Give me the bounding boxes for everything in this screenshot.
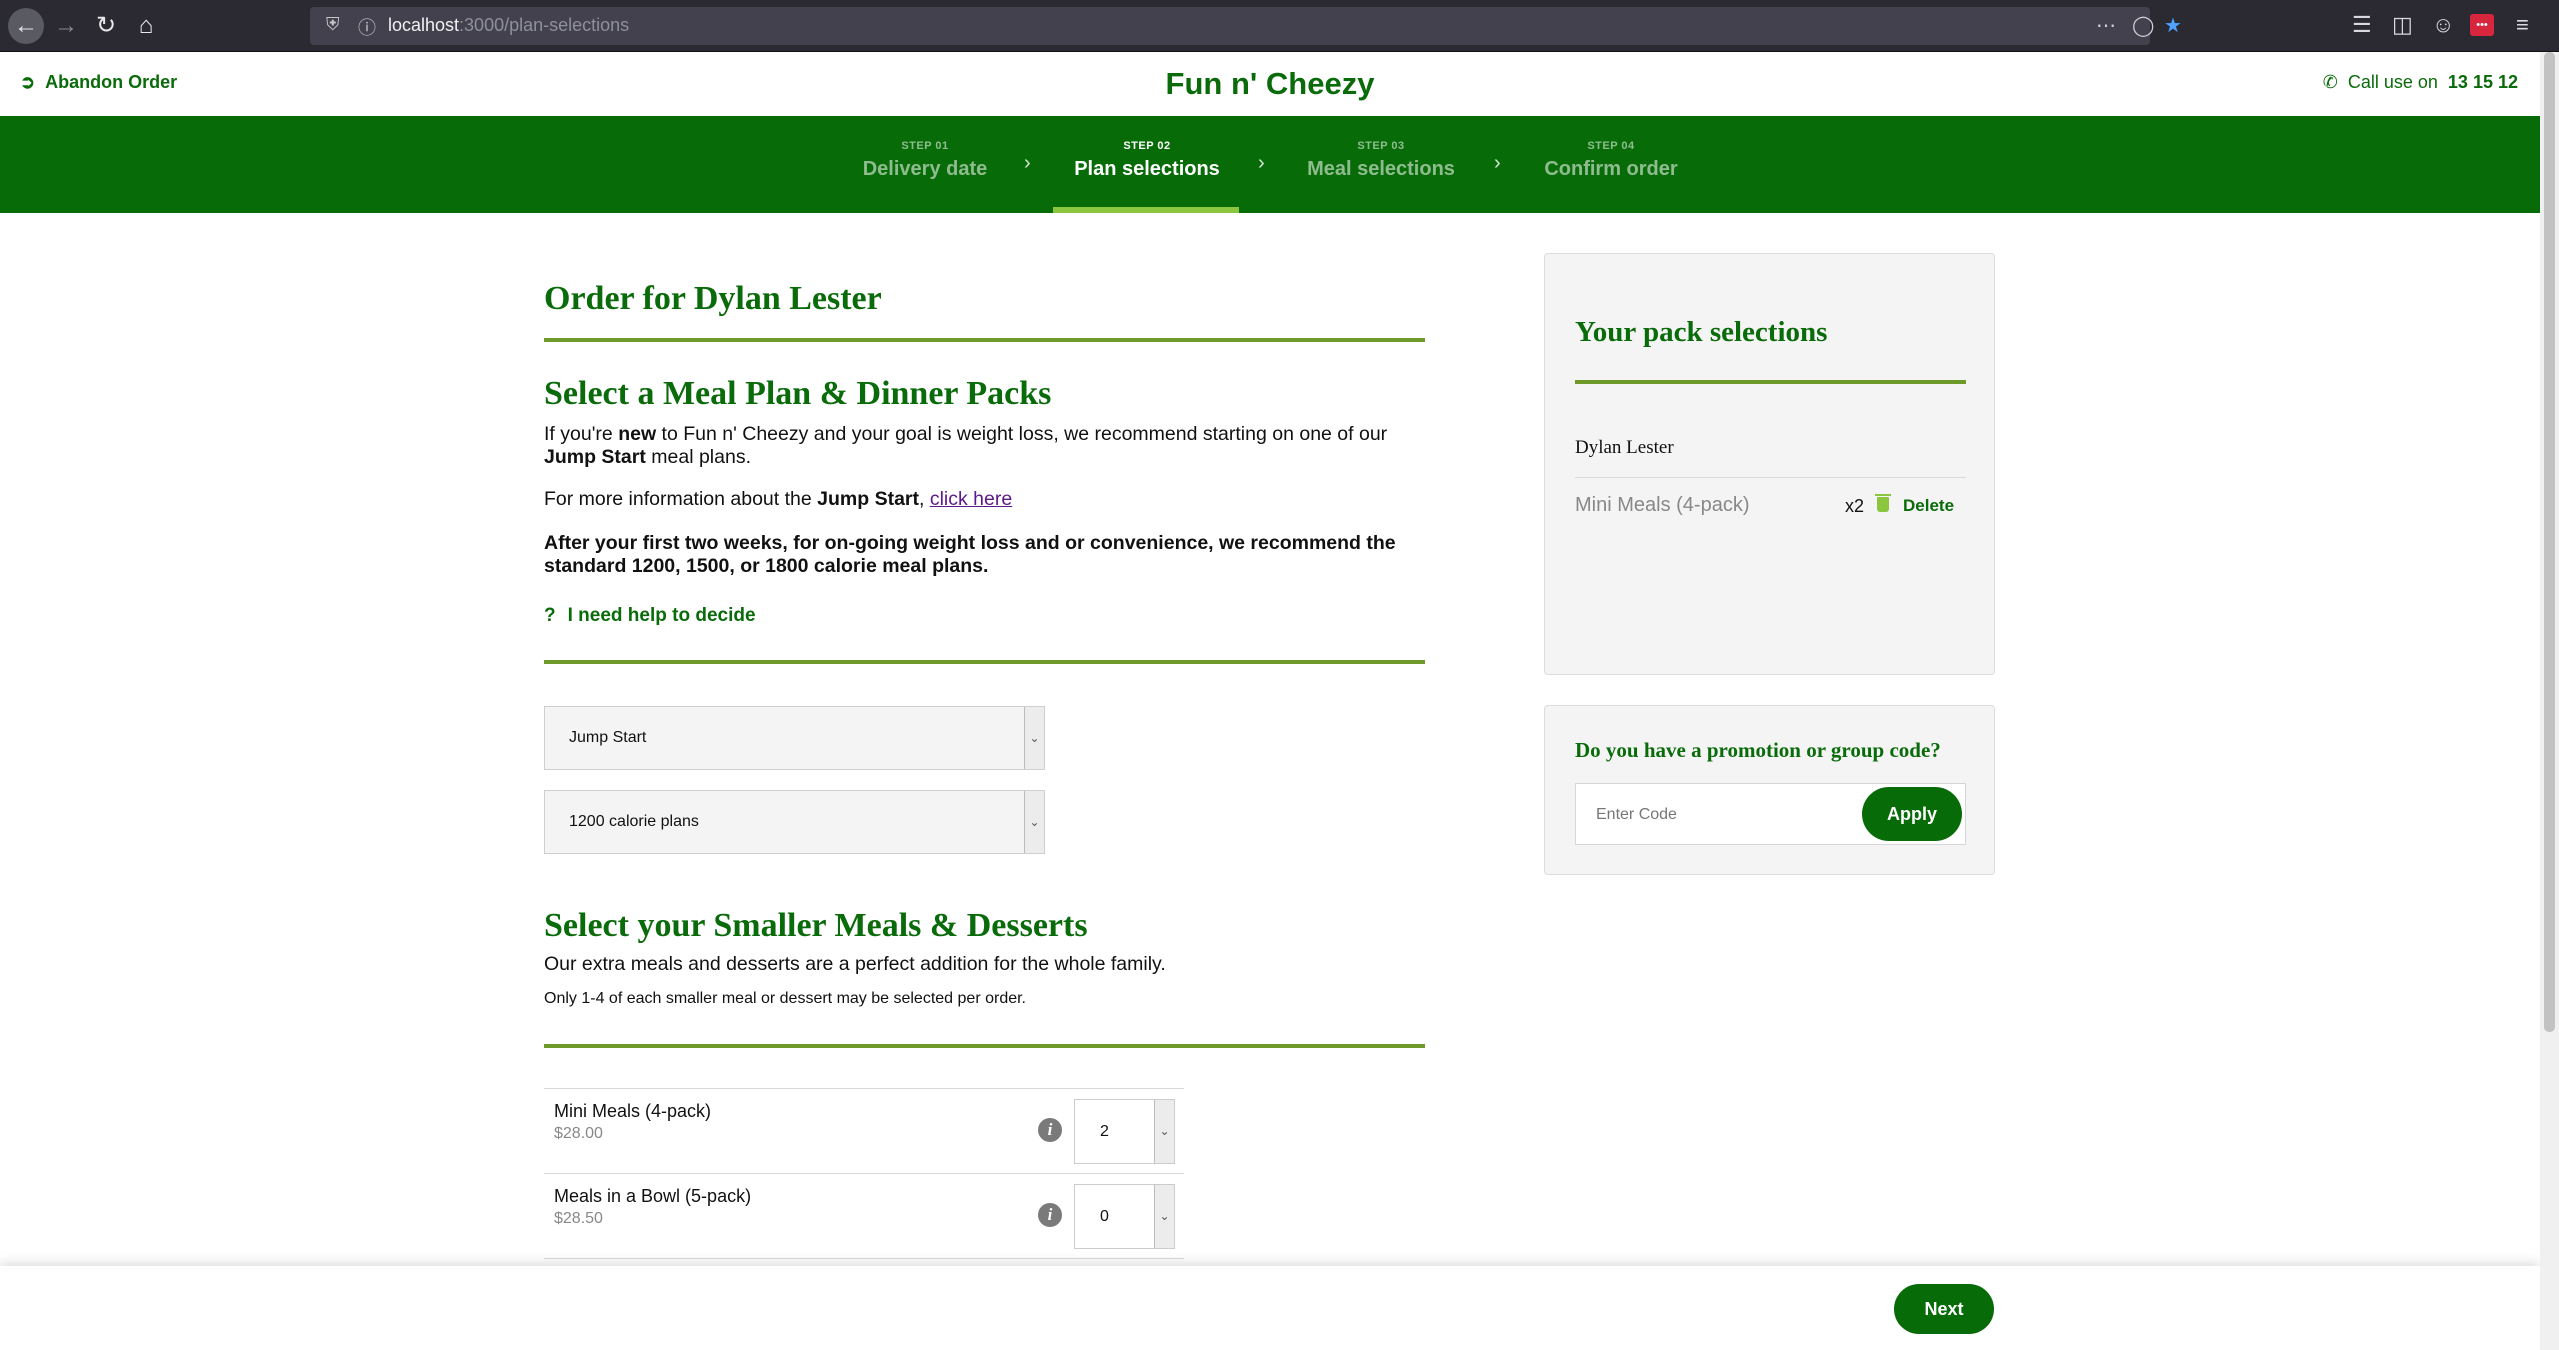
library-icon[interactable]: ☰ bbox=[2352, 12, 2372, 38]
table-divider bbox=[544, 1258, 1184, 1260]
address-bar[interactable]: ⛨ ⓘ localhost:3000/plan-selections ⋯ ◯ ★ bbox=[310, 7, 2182, 45]
site-header: ➲ Abandon Order Fun n' Cheezy ✆ Call use… bbox=[0, 52, 2540, 116]
call-prefix: Call use on bbox=[2347, 72, 2438, 92]
pack-selections-title: Your pack selections bbox=[1575, 316, 1828, 348]
forward-icon[interactable]: → bbox=[48, 8, 84, 44]
smaller-meals-list: Mini Meals (4-pack) $28.00 i 2 ⌄ Meals i… bbox=[544, 1088, 1184, 1260]
active-step-indicator bbox=[1053, 207, 1239, 213]
checkout-steps: STEP 01 Delivery date › STEP 02 Plan sel… bbox=[0, 116, 2540, 213]
footer-bar: Next bbox=[0, 1266, 2540, 1350]
chevron-right-icon: › bbox=[1258, 152, 1265, 174]
promo-title: Do you have a promotion or group code? bbox=[1575, 738, 1941, 762]
page-title: Order for Dylan Lester bbox=[544, 280, 882, 317]
menu-icon[interactable]: ≡ bbox=[2516, 12, 2529, 38]
item-price: $28.00 bbox=[554, 1125, 603, 1142]
reload-icon[interactable]: ↻ bbox=[88, 8, 124, 44]
extension-icon[interactable]: ••• bbox=[2470, 14, 2494, 36]
smaller-meals-note: Only 1-4 of each smaller meal or dessert… bbox=[544, 990, 1026, 1007]
chevron-right-icon: › bbox=[1024, 152, 1031, 174]
divider bbox=[544, 338, 1425, 342]
info-icon[interactable]: i bbox=[1038, 1203, 1062, 1227]
calorie-plan-select[interactable]: 1200 calorie plans ⌄ bbox=[544, 790, 1045, 854]
customer-name: Dylan Lester bbox=[1575, 437, 1674, 458]
quantity-select[interactable]: 2 ⌄ bbox=[1074, 1099, 1175, 1164]
back-icon[interactable]: ← bbox=[8, 8, 44, 44]
divider bbox=[544, 1044, 1425, 1048]
more-info-text: For more information about the Jump Star… bbox=[544, 488, 1013, 510]
meal-plan-select[interactable]: Jump Start ⌄ bbox=[544, 706, 1045, 770]
divider bbox=[1575, 477, 1966, 478]
chevron-down-icon: ⌄ bbox=[1024, 791, 1044, 853]
chevron-right-icon: › bbox=[1494, 152, 1501, 174]
divider bbox=[544, 660, 1425, 664]
list-item: Meals in a Bowl (5-pack) $28.50 i 0 ⌄ bbox=[544, 1173, 1184, 1258]
more-actions-icon[interactable]: ⋯ bbox=[2096, 13, 2116, 38]
bookmark-star-icon[interactable]: ★ bbox=[2164, 13, 2182, 38]
step-meal-selections[interactable]: STEP 03 Meal selections bbox=[1302, 140, 1460, 181]
browser-toolbar: ← → ↻ ⌂ ⛨ ⓘ localhost:3000/plan-selectio… bbox=[0, 0, 2559, 52]
item-name: Mini Meals (4-pack) bbox=[554, 1101, 712, 1121]
recommendation-text: After your first two weeks, for on-going… bbox=[544, 532, 1396, 577]
divider bbox=[1575, 380, 1966, 384]
sidebar-icon[interactable]: ◫ bbox=[2392, 12, 2413, 38]
scrollbar-thumb[interactable] bbox=[2544, 52, 2555, 1032]
list-item: Mini Meals (4-pack) $28.00 i 2 ⌄ bbox=[544, 1088, 1184, 1173]
pocket-icon[interactable]: ◯ bbox=[2132, 13, 2154, 38]
click-here-link[interactable]: click here bbox=[930, 488, 1012, 510]
intro-text: If you're new to Fun n' Cheezy and your … bbox=[544, 423, 1388, 468]
pack-item-quantity: x2 bbox=[1845, 496, 1865, 516]
item-name: Meals in a Bowl (5-pack) bbox=[554, 1186, 752, 1206]
account-icon[interactable]: ☺ bbox=[2432, 12, 2454, 38]
call-number[interactable]: 13 15 12 bbox=[2448, 72, 2518, 93]
next-button[interactable]: Next bbox=[1894, 1284, 1994, 1334]
call-us: ✆ Call use on 13 15 12 bbox=[2323, 72, 2518, 93]
pack-selections-panel: Your pack selections Dylan Lester Mini M… bbox=[1544, 253, 1995, 675]
help-decide-link[interactable]: ? I need help to decide bbox=[544, 605, 756, 627]
step-delivery-date[interactable]: STEP 01 Delivery date bbox=[860, 140, 990, 181]
url-text[interactable]: localhost:3000/plan-selections bbox=[388, 15, 629, 36]
meal-plan-heading: Select a Meal Plan & Dinner Packs bbox=[544, 375, 1052, 412]
smaller-meals-description: Our extra meals and desserts are a perfe… bbox=[544, 953, 1166, 975]
info-icon[interactable]: i bbox=[1038, 1118, 1062, 1142]
chevron-down-icon: ⌄ bbox=[1024, 707, 1044, 769]
question-icon: ? bbox=[544, 605, 556, 626]
trash-icon[interactable] bbox=[1875, 494, 1891, 512]
smaller-meals-heading: Select your Smaller Meals & Desserts bbox=[544, 907, 1088, 944]
brand-title: Fun n' Cheezy bbox=[1165, 66, 1375, 101]
item-price: $28.50 bbox=[554, 1210, 603, 1227]
chevron-down-icon: ⌄ bbox=[1154, 1185, 1174, 1248]
quantity-select[interactable]: 0 ⌄ bbox=[1074, 1184, 1175, 1249]
step-confirm-order[interactable]: STEP 04 Confirm order bbox=[1538, 140, 1684, 181]
shield-icon[interactable]: ⛨ bbox=[326, 14, 340, 35]
promo-code-input[interactable]: Enter Code Apply bbox=[1575, 783, 1966, 845]
promo-code-panel: Do you have a promotion or group code? E… bbox=[1544, 705, 1995, 875]
scrollbar[interactable] bbox=[2540, 52, 2559, 1350]
delete-button[interactable]: Delete bbox=[1903, 496, 1954, 516]
step-plan-selections[interactable]: STEP 02 Plan selections bbox=[1068, 140, 1226, 181]
chevron-down-icon: ⌄ bbox=[1154, 1100, 1174, 1163]
info-circle-icon[interactable]: ⓘ bbox=[358, 14, 376, 40]
pack-item-name: Mini Meals (4-pack) bbox=[1575, 494, 1750, 516]
phone-icon: ✆ bbox=[2322, 72, 2338, 92]
home-icon[interactable]: ⌂ bbox=[128, 8, 164, 44]
apply-button[interactable]: Apply bbox=[1862, 787, 1962, 841]
